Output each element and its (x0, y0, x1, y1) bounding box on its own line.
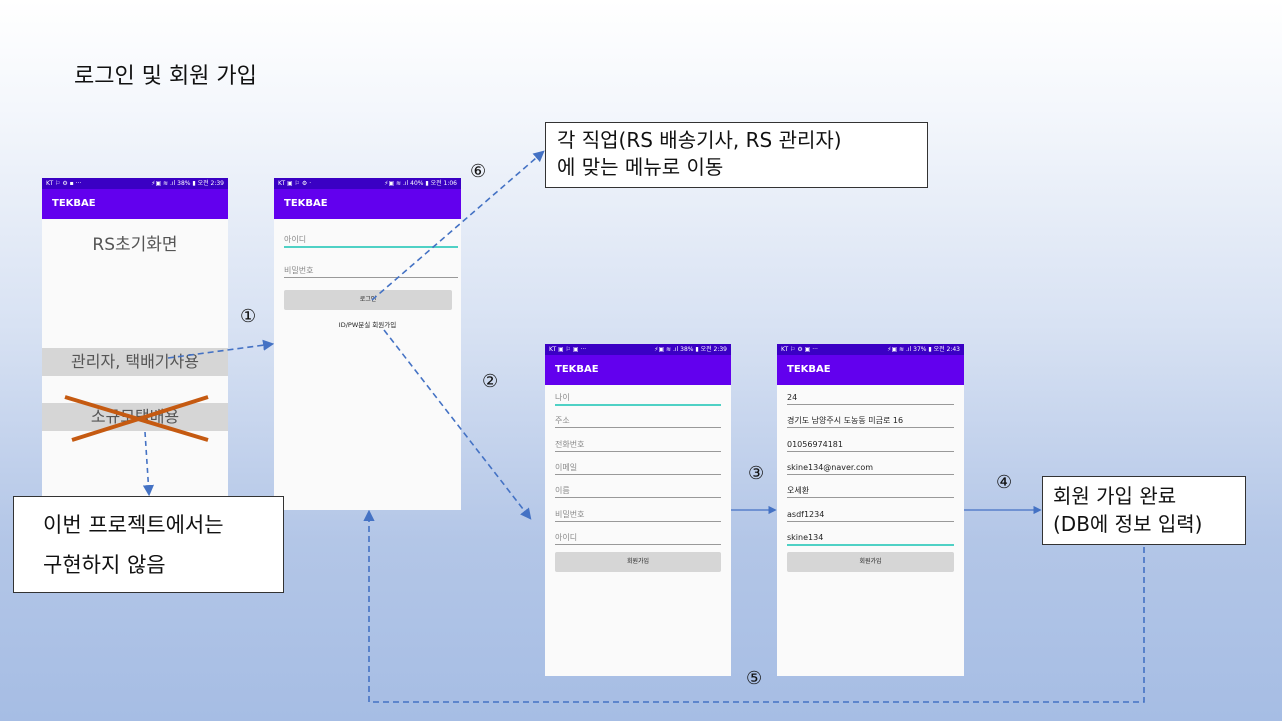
step-number-1: ① (240, 306, 257, 327)
step-number-3: ③ (748, 463, 765, 484)
arrow-step2 (383, 329, 532, 520)
flow-arrows (64, 150, 1145, 703)
step-number-6: ⑥ (470, 161, 487, 182)
arrow-step6 (371, 150, 545, 301)
step-number-5: ⑤ (746, 668, 763, 689)
arrow-step1 (167, 339, 275, 359)
arrow-not-implemented (142, 431, 155, 497)
step-number-4: ④ (996, 472, 1013, 493)
step-number-2: ② (482, 371, 499, 392)
